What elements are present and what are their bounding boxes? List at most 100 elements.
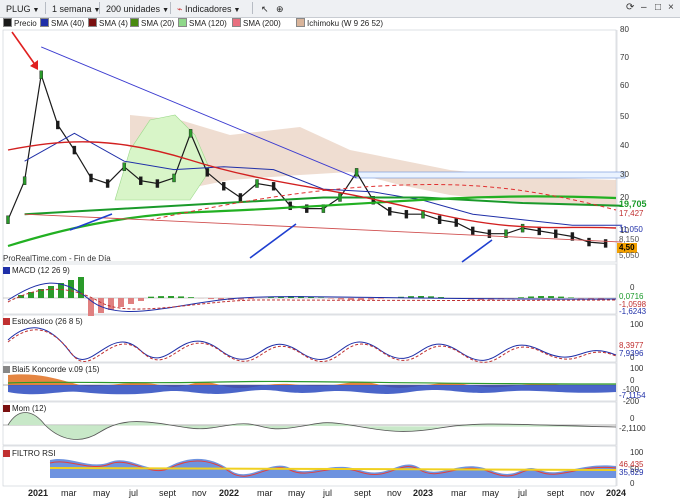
macd-histogram-bar <box>338 298 344 300</box>
y-tick-label: 40 <box>620 141 629 150</box>
price-candle <box>238 193 243 202</box>
price-candle <box>520 223 525 233</box>
y-tick-label: 30 <box>620 170 629 179</box>
macd-histogram-bar <box>48 286 54 298</box>
y-tick-label: 60 <box>620 81 629 90</box>
x-tick-label: nov <box>580 488 595 498</box>
y-tick-label: 70 <box>620 53 629 62</box>
panel-frame <box>2 263 617 315</box>
macd-histogram-bar <box>548 296 554 298</box>
price-candle <box>72 145 77 155</box>
y-tick-label: 50 <box>620 112 629 121</box>
y-tick-label: 0 <box>630 283 635 292</box>
macd-histogram-bar <box>568 297 574 298</box>
price-candle <box>205 168 209 177</box>
koncorde-green-line <box>7 380 617 385</box>
source-text: ProRealTime.com - Fin de Día <box>3 254 111 263</box>
price-candle <box>471 226 475 236</box>
y-tick-label: 0 <box>630 376 635 385</box>
price-candle <box>139 176 143 185</box>
x-tick-label: sept <box>354 488 372 498</box>
panel-frame <box>2 401 617 446</box>
x-tick-label: sept <box>159 488 177 498</box>
price-candle <box>188 129 193 138</box>
momentum-title: Mom (12) <box>3 404 46 413</box>
price-candle <box>22 176 27 185</box>
arrow-red <box>11 31 37 67</box>
momentum-value-label: -2,1100 <box>619 424 646 433</box>
rsi-filter-title: FILTRO RSI <box>3 449 55 458</box>
macd-histogram-bar <box>58 283 64 298</box>
price-candle <box>56 120 60 130</box>
price-candle <box>603 239 608 248</box>
y-tick-label: 100 <box>630 320 644 329</box>
price-candle <box>89 173 93 183</box>
rsi-signal-label: 35,629 <box>619 468 644 477</box>
macd-histogram-bar <box>118 298 124 307</box>
macd-hist-label: -1,6243 <box>619 307 647 316</box>
price-candle <box>587 237 591 247</box>
price-candle <box>222 182 226 191</box>
macd-histogram-bar <box>368 298 374 300</box>
arrow-blue <box>461 239 493 263</box>
x-tick-label: 2024 <box>606 488 627 498</box>
y-tick-label: 80 <box>620 25 629 34</box>
price-candle <box>155 179 160 188</box>
price-candle <box>487 229 492 238</box>
macd-histogram-bar <box>528 296 534 298</box>
x-tick-label: 2023 <box>413 488 434 498</box>
macd-histogram-bar <box>248 298 254 300</box>
koncorde-blue-area <box>8 385 616 395</box>
x-tick-label: sept <box>547 488 565 498</box>
macd-histogram-bar <box>518 297 524 298</box>
x-tick-label: mar <box>61 488 77 498</box>
panel-icon <box>3 366 10 373</box>
stoch-d-label: 7,9396 <box>619 349 644 358</box>
price-candle <box>388 207 392 216</box>
trendline <box>24 213 623 243</box>
stochastic-title: Estocástico (26 8 5) <box>3 317 83 326</box>
price-candle <box>404 209 409 219</box>
x-tick-label: mar <box>257 488 273 498</box>
macd-histogram-bar <box>348 298 354 300</box>
panel-icon <box>3 450 10 457</box>
x-tick-label: may <box>288 488 306 498</box>
y-tick-label: 0 <box>630 479 635 488</box>
macd-histogram-bar <box>178 296 184 298</box>
sma40-value-label: 11,050 <box>619 225 643 234</box>
x-tick-label: may <box>93 488 111 498</box>
macd-histogram-bar <box>538 296 544 298</box>
x-tick-label: 2022 <box>219 488 240 498</box>
sma200-value-label: 19,705 <box>619 199 647 209</box>
panel-icon <box>3 267 10 274</box>
macd-title: MACD (12 26 9) <box>3 266 70 275</box>
price-candle <box>454 218 458 227</box>
macd-histogram-bar <box>148 296 154 298</box>
price-candle <box>122 162 126 172</box>
x-tick-label: nov <box>387 488 402 498</box>
macd-histogram-bar <box>328 298 334 299</box>
y-tick-label: 100 <box>630 448 644 457</box>
macd-histogram-bar <box>158 296 164 298</box>
x-tick-label: 2021 <box>28 488 49 498</box>
macd-histogram-bar <box>188 297 194 298</box>
sma4-value-label: 5,050 <box>619 251 640 260</box>
x-tick-label: mar <box>451 488 467 498</box>
price-candle <box>172 173 176 183</box>
macd-histogram-bar <box>168 296 174 298</box>
price-candle <box>39 70 43 80</box>
macd-histogram-bar <box>558 296 564 298</box>
macd-histogram-bar <box>378 298 384 299</box>
macd-histogram-bar <box>358 298 364 300</box>
price-candle <box>271 182 276 191</box>
x-tick-label: nov <box>192 488 207 498</box>
price-candle <box>537 226 541 236</box>
x-tick-label: jul <box>129 488 139 498</box>
price-candle <box>6 215 10 224</box>
macd-histogram-bar <box>108 298 114 310</box>
arrow-blue <box>249 223 297 259</box>
chart-canvas[interactable] <box>0 0 680 502</box>
panel-icon <box>3 318 10 325</box>
momentum-line <box>7 412 617 440</box>
price-candle <box>554 229 558 238</box>
